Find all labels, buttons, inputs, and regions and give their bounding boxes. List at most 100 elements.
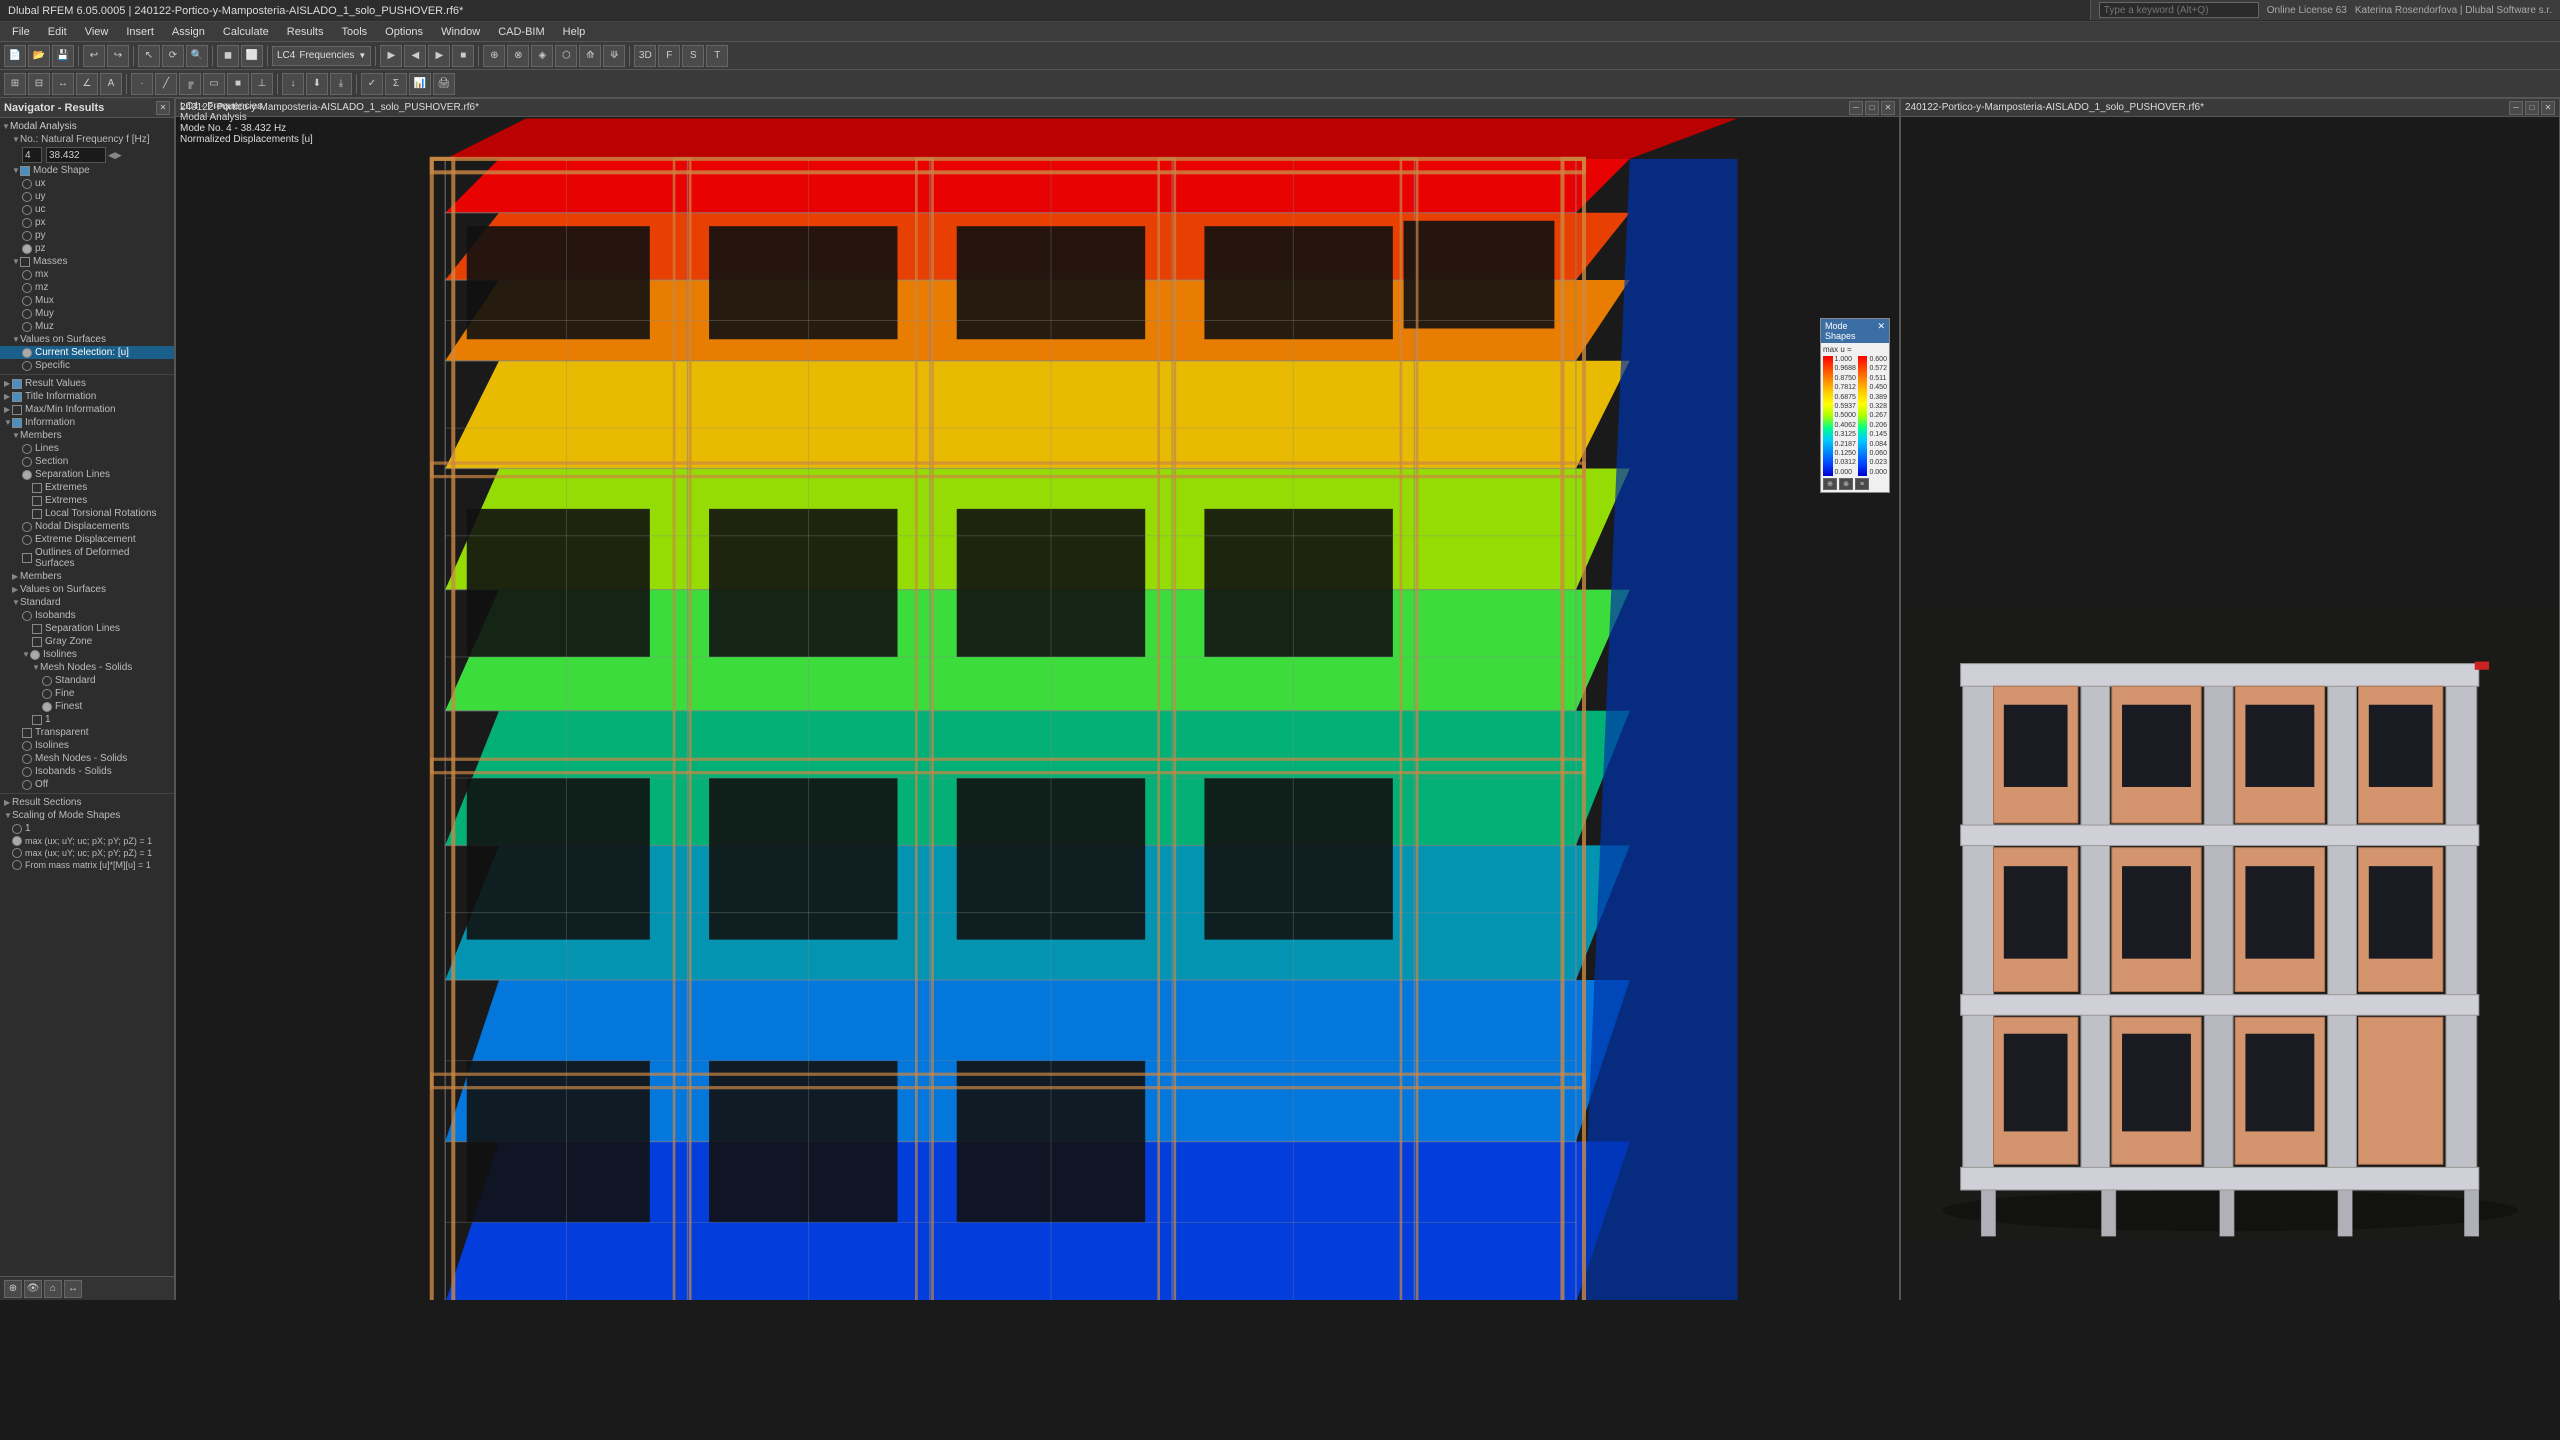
radio-uc[interactable] [22,205,32,215]
nav-values-surfaces[interactable]: ▼ Values on Surfaces [0,333,174,346]
member-icon[interactable]: ╔ [179,73,201,95]
print-icon[interactable]: 🖨 [433,73,455,95]
nav-uy[interactable]: uy [0,190,174,203]
angle-button[interactable]: ∠ [76,73,98,95]
vp-minimize[interactable]: ─ [1849,101,1863,115]
zoom-button[interactable]: 🔍 [186,45,208,67]
nav-masses[interactable]: ▼ Masses [0,255,174,268]
tb-icon-3[interactable]: ◈ [531,45,553,67]
view-top[interactable]: T [706,45,728,67]
grid-button[interactable]: ⊟ [28,73,50,95]
rotate-button[interactable]: ⟳ [162,45,184,67]
nav-section[interactable]: Section [0,455,174,468]
nav-current-selection[interactable]: Current Selection: [u] [0,346,174,359]
radio-py[interactable] [22,231,32,241]
nav-result-values[interactable]: ▶ Result Values [0,377,174,390]
calc-icon[interactable]: Σ [385,73,407,95]
menu-options[interactable]: Options [377,24,431,40]
nav-mx[interactable]: mx [0,268,174,281]
line-icon[interactable]: ╱ [155,73,177,95]
nav-mux[interactable]: Mux [0,294,174,307]
menu-edit[interactable]: Edit [40,24,75,40]
mode-shape-checkbox[interactable] [20,166,30,176]
nav-scaling-mode-shapes[interactable]: ▼ Scaling of Mode Shapes [0,809,174,822]
nav-lines[interactable]: Lines [0,442,174,455]
menu-insert[interactable]: Insert [118,24,162,40]
nav-max-ux[interactable]: max (ux; uY; uc; pX; pY; pZ) = 1 [0,835,174,847]
nav-max-ux2[interactable]: max (ux; uY; uc; pX; pY; pZ) = 1 [0,847,174,859]
nav-specific[interactable]: Specific [0,359,174,372]
nav-off[interactable]: Off [0,778,174,791]
next-button[interactable]: ▶ [428,45,450,67]
prev-button[interactable]: ◀ [404,45,426,67]
menu-help[interactable]: Help [555,24,594,40]
nav-outlines-deformed[interactable]: Outlines of Deformed Surfaces [0,546,174,570]
menu-window[interactable]: Window [433,24,488,40]
nav-title-info[interactable]: ▶ Title Information [0,390,174,403]
node-icon[interactable]: · [131,73,153,95]
nav-natural-freq[interactable]: ▼ No.: Natural Frequency f [Hz] [0,133,174,146]
surface-load-icon[interactable]: ⤓ [330,73,352,95]
radio-uy[interactable] [22,192,32,202]
nav-close[interactable]: ✕ [156,101,170,115]
keyword-search[interactable] [2099,2,2259,18]
vp-maximize[interactable]: □ [1865,101,1879,115]
nav-extremes[interactable]: Extremes [0,494,174,507]
new-button[interactable]: 📄 [4,45,26,67]
tb-icon-2[interactable]: ⊗ [507,45,529,67]
dim-button[interactable]: ↔ [52,73,74,95]
nav-scaling-1[interactable]: 1 [0,822,174,835]
menu-view[interactable]: View [77,24,117,40]
nav-fine[interactable]: Fine [0,687,174,700]
nav-separation-lines[interactable]: Extremes [0,481,174,494]
nav-py[interactable]: py [0,229,174,242]
nav-ux[interactable]: ux [0,177,174,190]
nav-members2[interactable]: ▶ Members [0,570,174,583]
nav-isolines[interactable]: Isolines [0,739,174,752]
wireframe-button[interactable]: ⬜ [241,45,263,67]
nav-including-gray[interactable]: 1 [0,713,174,726]
nav-uc[interactable]: uc [0,203,174,216]
nav-result-sections[interactable]: ▶ Result Sections [0,796,174,809]
vp-close[interactable]: ✕ [1881,101,1895,115]
nav-local-torsional[interactable]: Local Torsional Rotations [0,507,174,520]
check-icon[interactable]: ✓ [361,73,383,95]
nav-isobands[interactable]: Isobands [0,609,174,622]
nav-section-colored[interactable]: Separation Lines [0,468,174,481]
nav-isobands-solids[interactable]: Isobands - Solids [0,765,174,778]
viewport-right[interactable]: 240122-Portico-y-Mamposteria-AISLADO_1_s… [1900,98,2560,1300]
radio-px[interactable] [22,218,32,228]
view-front[interactable]: F [658,45,680,67]
menu-tools[interactable]: Tools [333,24,375,40]
nav-mz[interactable]: mz [0,281,174,294]
select-button[interactable]: ↖ [138,45,160,67]
play-button[interactable]: ▶ [380,45,402,67]
lc-dropdown[interactable]: LC4 Frequencies ▼ [272,46,371,66]
nav-transparent[interactable]: Transparent [0,726,174,739]
control-panel-header[interactable]: Mode Shapes ✕ [1821,319,1889,343]
structure-canvas[interactable] [1901,117,2559,1300]
nav-type-of-display[interactable]: ▼ Standard [0,596,174,609]
mode-number-input[interactable] [22,147,42,163]
report-icon[interactable]: 📊 [409,73,431,95]
view-3d[interactable]: 3D [634,45,656,67]
nav-btn-4[interactable]: ↔ [64,1280,82,1298]
nav-gray-zone[interactable]: Gray Zone [0,635,174,648]
tb-icon-5[interactable]: ⟰ [579,45,601,67]
nav-btn-1[interactable]: ⊕ [4,1280,22,1298]
point-load-icon[interactable]: ↓ [282,73,304,95]
nav-members-info[interactable]: ▼ Members [0,429,174,442]
nav-from-mass[interactable]: From mass matrix [u]*[M][u] = 1 [0,859,174,871]
stop-button[interactable]: ■ [452,45,474,67]
nav-btn-2[interactable]: 👁 [24,1280,42,1298]
nav-px[interactable]: px [0,216,174,229]
nav-maxmin-info[interactable]: ▶ Max/Min Information [0,403,174,416]
nav-modal-analysis[interactable]: ▼ Modal Analysis [0,120,174,133]
nav-smooth-color[interactable]: ▼ Isolines [0,648,174,661]
tb-icon-6[interactable]: ⟱ [603,45,625,67]
nav-mesh-nodes-solids[interactable]: Mesh Nodes - Solids [0,752,174,765]
undo-button[interactable]: ↩ [83,45,105,67]
nav-values-surfaces2[interactable]: ▶ Values on Surfaces [0,583,174,596]
vpr-maximize[interactable]: □ [2525,101,2539,115]
cp-btn3[interactable]: ≡ [1855,478,1869,490]
